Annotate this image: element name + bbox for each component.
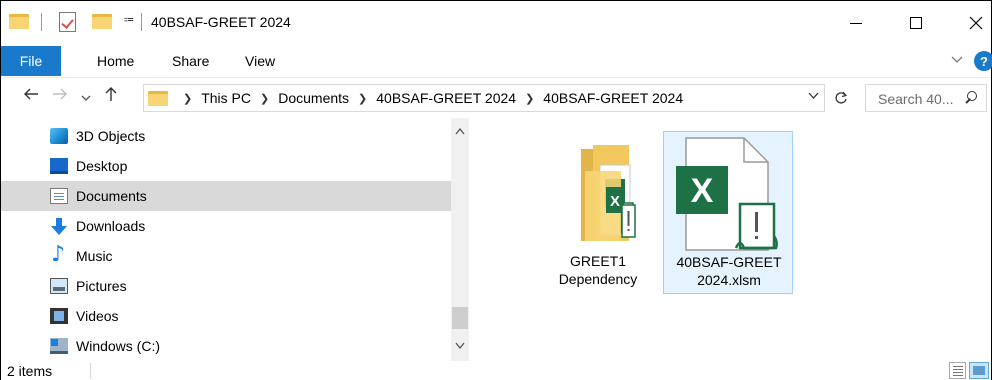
search-icon[interactable]: [962, 89, 980, 107]
tab-share[interactable]: Share: [172, 53, 209, 69]
folder-icon: [148, 90, 168, 106]
divider: [41, 13, 42, 31]
sidebar-item-3d-objects[interactable]: 3D Objects: [1, 121, 451, 151]
file-name-line2: Dependency: [558, 271, 638, 287]
close-button[interactable]: [953, 1, 992, 44]
file-item-folder[interactable]: X X GREET1 Dependency: [533, 131, 663, 294]
sidebar-item-label: Pictures: [76, 278, 127, 294]
chevron-right-icon[interactable]: ❯: [183, 92, 192, 105]
chevron-right-icon[interactable]: ❯: [260, 92, 269, 105]
pictures-icon: [50, 278, 68, 294]
downloads-icon: [50, 218, 68, 235]
scroll-down-icon[interactable]: [451, 338, 469, 352]
properties-icon[interactable]: [59, 12, 76, 32]
details-view-icon[interactable]: [949, 362, 966, 379]
file-explorer-window: ⩴ 40BSAF-GREET 2024 File Home Share View…: [0, 0, 992, 380]
sidebar-item-desktop[interactable]: Desktop: [1, 151, 451, 181]
refresh-icon[interactable]: [827, 84, 855, 112]
sidebar-item-label: 3D Objects: [76, 128, 146, 144]
file-list: X X GREET1 Dependency X: [469, 118, 991, 361]
excel-macro-file-icon: X: [676, 137, 778, 251]
forward-arrow-icon[interactable]: [52, 86, 68, 106]
file-name: 40BSAF-GREET 2024.xlsm: [664, 253, 794, 289]
scroll-thumb[interactable]: [452, 307, 468, 329]
file-item-xlsm[interactable]: X 40BSAF-GREET 2024.xlsm: [663, 131, 793, 294]
minimize-button[interactable]: [833, 1, 879, 44]
file-name-line1: GREET1: [569, 253, 626, 269]
svg-text:X: X: [610, 193, 620, 210]
chevron-right-icon[interactable]: ❯: [358, 92, 367, 105]
navigation-bar: ❯ This PC ❯ Documents ❯ 40BSAF-GREET 202…: [1, 77, 991, 117]
title-bar: ⩴ 40BSAF-GREET 2024: [1, 1, 991, 44]
search-placeholder: Search 40...: [878, 91, 954, 107]
sidebar-item-label: Downloads: [76, 218, 146, 234]
divider: [90, 363, 91, 379]
maximize-icon: [910, 16, 922, 29]
up-arrow-icon[interactable]: [104, 86, 118, 107]
sidebar-item-videos[interactable]: Videos: [1, 301, 451, 331]
sidebar-item-documents[interactable]: Documents: [1, 181, 451, 211]
sidebar-item-label: Videos: [76, 308, 119, 324]
tab-file[interactable]: File: [1, 46, 61, 76]
close-icon: [969, 16, 983, 29]
sidebar-item-label: Documents: [76, 188, 147, 204]
folder-icon: [9, 13, 29, 29]
address-history-icon[interactable]: [808, 91, 819, 103]
music-icon: [50, 242, 68, 267]
breadcrumb-40bsaf-greet-2024-current[interactable]: 40BSAF-GREET 2024: [543, 90, 683, 106]
sidebar-item-music[interactable]: Music: [1, 241, 451, 271]
expand-ribbon-icon[interactable]: [951, 51, 963, 67]
sidebar-scrollbar[interactable]: [451, 118, 469, 361]
address-bar[interactable]: ❯ This PC ❯ Documents ❯ 40BSAF-GREET 202…: [143, 84, 825, 112]
sidebar-item-label: Music: [76, 248, 113, 264]
sidebar-item-windows-c[interactable]: Windows (C:): [1, 331, 451, 361]
sidebar-item-downloads[interactable]: Downloads: [1, 211, 451, 241]
folder-with-excel-icon: X X: [581, 145, 636, 241]
customize-quick-access-icon[interactable]: ⩴: [124, 13, 134, 26]
divider: [141, 13, 142, 31]
videos-icon: [50, 308, 68, 324]
tab-view[interactable]: View: [245, 53, 275, 69]
drive-icon: [50, 338, 68, 354]
breadcrumb-40bsaf-greet-2024[interactable]: 40BSAF-GREET 2024: [376, 90, 516, 106]
navigation-pane: 3D Objects Desktop Documents Downloads M…: [1, 118, 451, 361]
file-name: GREET1 Dependency: [533, 252, 663, 288]
breadcrumb: ❯ This PC ❯ Documents ❯ 40BSAF-GREET 202…: [174, 90, 683, 106]
scroll-up-icon[interactable]: [451, 124, 469, 138]
search-input[interactable]: Search 40...: [865, 84, 987, 112]
desktop-icon: [50, 158, 68, 174]
tab-home[interactable]: Home: [97, 53, 134, 69]
recent-locations-icon[interactable]: [81, 88, 91, 108]
window-title: 40BSAF-GREET 2024: [151, 14, 291, 30]
help-icon[interactable]: ?: [974, 51, 992, 71]
ribbon-tabs: File Home Share View ?: [1, 45, 992, 77]
documents-icon: [50, 188, 68, 204]
item-count: 2 items: [7, 363, 53, 379]
sidebar-item-pictures[interactable]: Pictures: [1, 271, 451, 301]
large-icons-view-icon[interactable]: [969, 362, 989, 379]
status-bar: 2 items: [1, 361, 991, 380]
sidebar-item-label: Windows (C:): [76, 338, 161, 354]
chevron-right-icon[interactable]: ❯: [525, 92, 534, 105]
back-arrow-icon[interactable]: [23, 86, 39, 106]
new-folder-icon[interactable]: [92, 13, 112, 29]
file-name-line1: 40BSAF-GREET: [676, 254, 782, 270]
3d-objects-icon: [50, 128, 68, 144]
maximize-button[interactable]: [893, 1, 939, 44]
breadcrumb-this-pc[interactable]: This PC: [201, 90, 251, 106]
svg-text:X: X: [691, 172, 714, 210]
sidebar-item-label: Desktop: [76, 158, 128, 174]
minimize-icon: [850, 23, 862, 24]
file-name-line2: 2024.xlsm: [697, 272, 761, 288]
breadcrumb-documents[interactable]: Documents: [278, 90, 349, 106]
